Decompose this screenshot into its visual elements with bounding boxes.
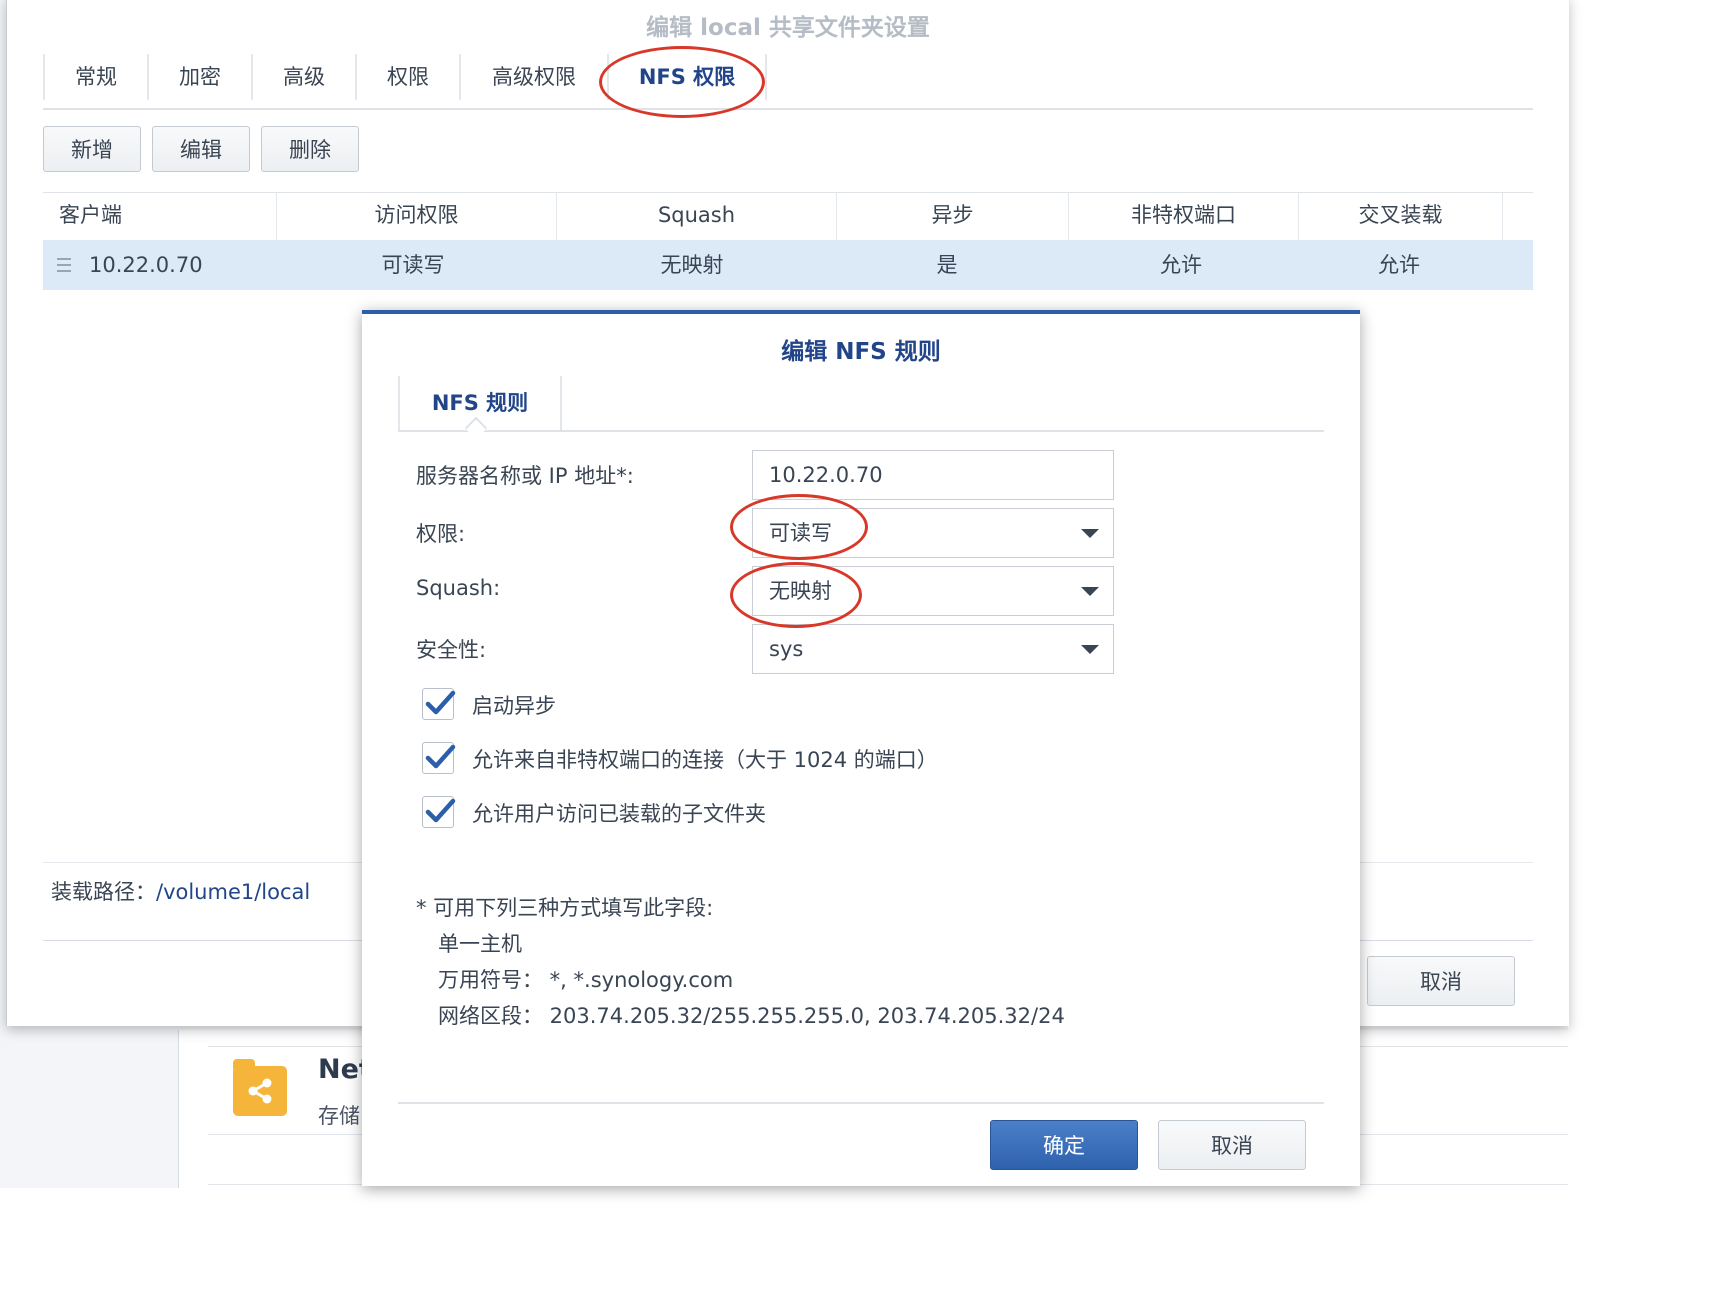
delete-button[interactable]: 删除: [261, 126, 359, 172]
note-network: 网络区段： 203.74.205.32/255.255.255.0, 203.7…: [438, 1004, 1065, 1028]
add-button[interactable]: 新增: [43, 126, 141, 172]
subfolder-access-checkbox[interactable]: [422, 796, 456, 828]
tab-general[interactable]: 常规: [43, 54, 147, 100]
cancel-button[interactable]: 取消: [1158, 1120, 1306, 1170]
privilege-label: 权限:: [416, 522, 466, 546]
column-header-squash[interactable]: Squash: [557, 192, 837, 240]
subfolder-access-checkbox-label[interactable]: 允许用户访问已装载的子文件夹: [472, 798, 766, 828]
ok-button[interactable]: 确定: [990, 1120, 1138, 1170]
column-header-crossmnt[interactable]: 交叉装载: [1299, 192, 1503, 240]
chevron-down-icon: [1081, 529, 1099, 538]
dialog-footer-divider: [398, 1102, 1324, 1104]
tab-advanced-permissions[interactable]: 高级权限: [459, 54, 607, 100]
window-cancel-button[interactable]: 取消: [1367, 956, 1515, 1006]
checkmark-icon: [425, 798, 456, 823]
cell-async: 是: [936, 253, 958, 277]
nonpriv-port-checkbox[interactable]: [422, 742, 456, 774]
chevron-down-icon: [1081, 645, 1099, 654]
tab-encryption[interactable]: 加密: [147, 54, 251, 100]
nonpriv-port-checkbox-label[interactable]: 允许来自非特权端口的连接（大于 1024 的端口）: [472, 744, 938, 774]
cell-access: 可读写: [381, 253, 445, 277]
note-heading: * 可用下列三种方式填写此字段:: [416, 896, 714, 920]
share-folder-icon: [233, 1059, 287, 1116]
async-checkbox-label[interactable]: 启动异步: [472, 690, 556, 720]
column-header-nonpriv-port[interactable]: 非特权端口: [1069, 192, 1299, 240]
chevron-down-icon: [1081, 587, 1099, 596]
mount-path-value: /volume1/local: [156, 880, 311, 904]
edit-button[interactable]: 编辑: [152, 126, 250, 172]
server-input[interactable]: [752, 450, 1114, 500]
column-header-access[interactable]: 访问权限: [277, 192, 557, 240]
highlight-circle-squash: [730, 562, 862, 628]
drag-handle-icon[interactable]: [57, 258, 71, 276]
tabs-underline: [43, 108, 1533, 110]
cell-crossmnt: 允许: [1378, 253, 1420, 277]
edit-nfs-rule-dialog: 编辑 NFS 规则 NFS 规则 服务器名称或 IP 地址*: 权限: 可读写 …: [362, 310, 1360, 1186]
async-checkbox[interactable]: [422, 688, 456, 720]
cell-squash: 无映射: [660, 253, 724, 277]
highlight-circle-privilege: [730, 494, 868, 560]
dialog-title: 编辑 NFS 规则: [781, 339, 941, 365]
column-header-client[interactable]: 客户端: [43, 192, 277, 240]
security-label: 安全性:: [416, 638, 487, 662]
security-select-value: sys: [769, 637, 804, 661]
highlight-circle-nfs-tab: [599, 46, 765, 118]
squash-label: Squash:: [416, 576, 501, 600]
mount-path: 装载路径：/volume1/local: [51, 876, 310, 906]
cell-nonpriv-port: 允许: [1160, 253, 1202, 277]
window-title: 编辑 local 共享文件夹设置: [646, 15, 930, 41]
note-single-host: 单一主机: [438, 932, 522, 956]
server-label: 服务器名称或 IP 地址*:: [416, 464, 634, 488]
checkmark-icon: [425, 744, 456, 769]
tab-permissions[interactable]: 权限: [355, 54, 459, 100]
cell-client: 10.22.0.70: [89, 253, 203, 277]
mount-path-label: 装载路径：: [51, 880, 156, 904]
security-select[interactable]: sys: [752, 624, 1114, 674]
background-item-subtitle: 存储: [318, 1104, 360, 1128]
note-wildcard: 万用符号： *, *.synology.com: [438, 968, 734, 992]
tab-advanced[interactable]: 高级: [251, 54, 355, 100]
column-header-async[interactable]: 异步: [837, 192, 1069, 240]
checkmark-icon: [425, 690, 456, 715]
dialog-tab-underline: [398, 430, 1324, 432]
